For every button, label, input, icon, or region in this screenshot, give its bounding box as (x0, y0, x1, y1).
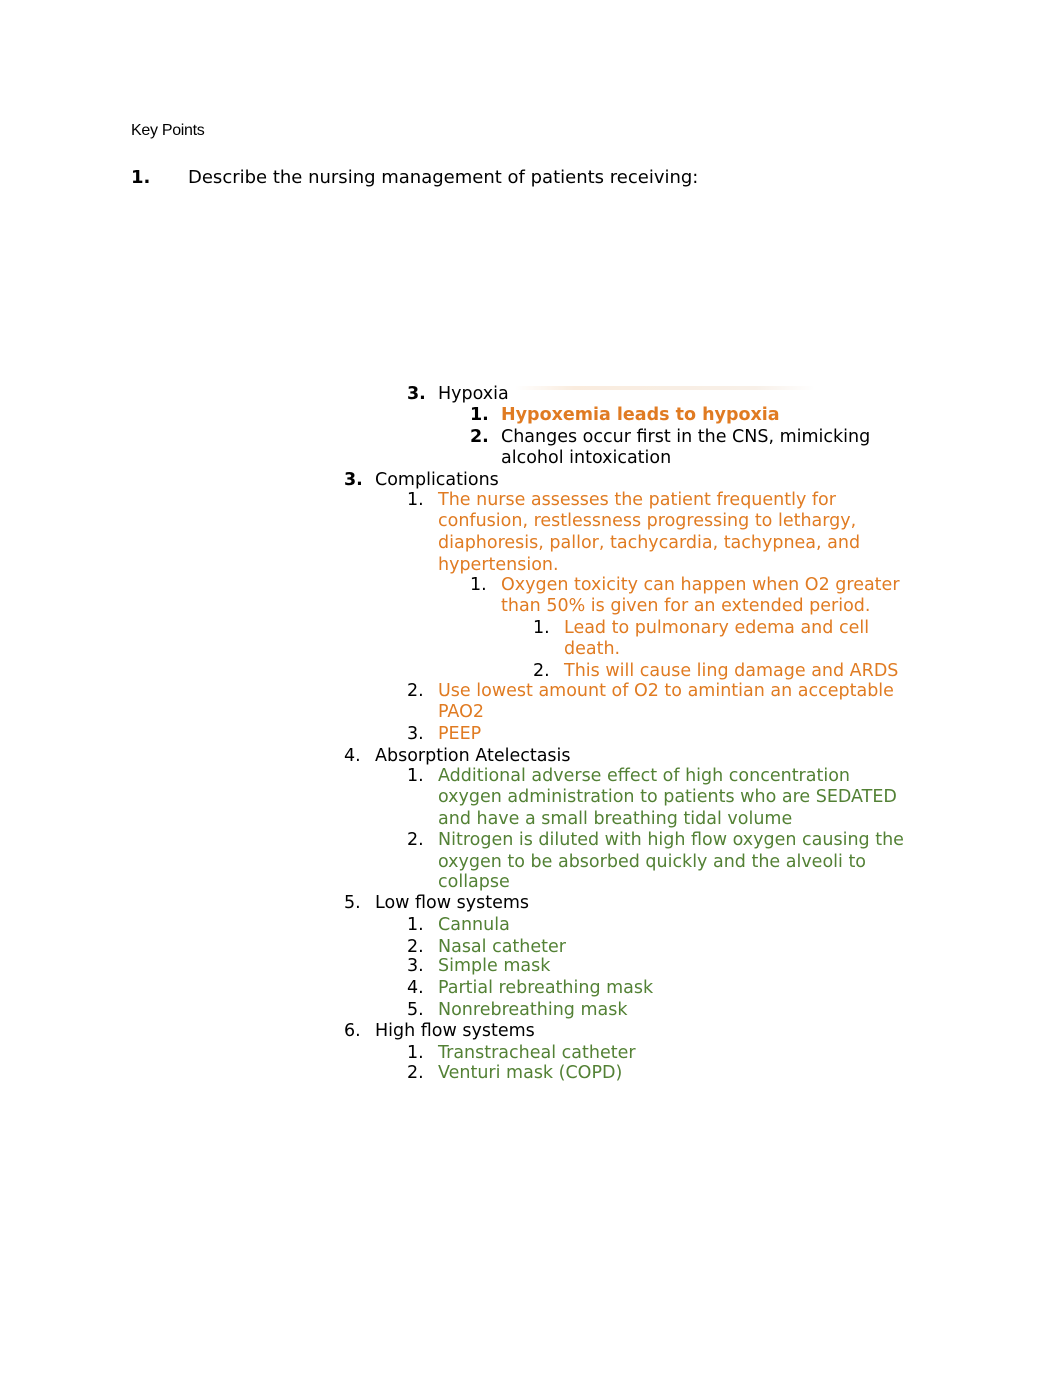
question-text: Describe the nursing management of patie… (188, 167, 699, 188)
question-number: 1. (131, 167, 151, 188)
key-points-heading: Key Points (131, 122, 205, 139)
highlight-artifact (515, 386, 815, 390)
